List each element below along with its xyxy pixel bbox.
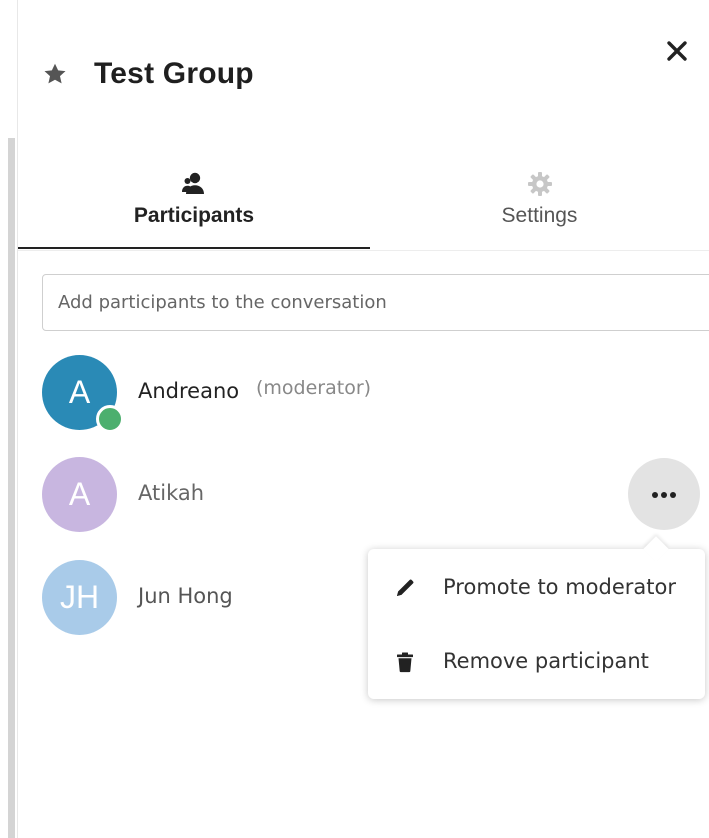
tab-participants[interactable]: Participants	[18, 160, 370, 249]
close-button[interactable]	[660, 34, 694, 68]
promote-to-moderator-item[interactable]: Promote to moderator	[368, 551, 705, 625]
participant-row[interactable]: A Andreano (moderator)	[42, 355, 682, 433]
tab-bar: Participants Settings	[18, 160, 709, 251]
trash-icon	[397, 652, 413, 673]
tab-settings[interactable]: Settings	[370, 160, 709, 248]
remove-participant-item[interactable]: Remove participant	[368, 625, 705, 699]
more-icon-dot	[670, 492, 676, 498]
online-status-icon	[96, 405, 124, 433]
add-participant-input[interactable]	[42, 274, 709, 331]
participant-actions-button[interactable]	[628, 458, 700, 530]
participant-name: Andreano	[138, 379, 240, 403]
pencil-icon	[397, 579, 414, 596]
more-icon-dot	[652, 492, 658, 498]
avatar[interactable]: JH	[42, 560, 117, 635]
participant-name: Atikah	[138, 481, 205, 505]
avatar[interactable]: A	[42, 457, 117, 532]
user-group-icon	[182, 172, 204, 194]
sidebar-border	[17, 0, 18, 838]
sidebar-header: Test Group	[42, 52, 254, 96]
scrollbar[interactable]	[8, 138, 15, 838]
tab-participants-label: Participants	[133, 204, 255, 227]
participant-role: (moderator)	[256, 377, 372, 399]
more-icon-dot	[661, 492, 667, 498]
page-title: Test Group	[94, 57, 254, 90]
more-icon	[652, 492, 676, 498]
menu-item-label: Promote to moderator	[443, 575, 676, 599]
gear-icon	[527, 172, 552, 196]
conversation-sidebar: Test Group Participants Settings Add par…	[0, 0, 709, 838]
star-icon[interactable]	[42, 61, 68, 87]
participant-name: Jun Hong	[138, 584, 233, 608]
close-icon	[667, 41, 687, 61]
menu-item-label: Remove participant	[443, 649, 649, 673]
participant-actions-menu: Promote to moderator Remove participant	[368, 536, 705, 699]
participant-row[interactable]: A Atikah	[42, 457, 682, 533]
tab-settings-label: Settings	[501, 204, 578, 227]
